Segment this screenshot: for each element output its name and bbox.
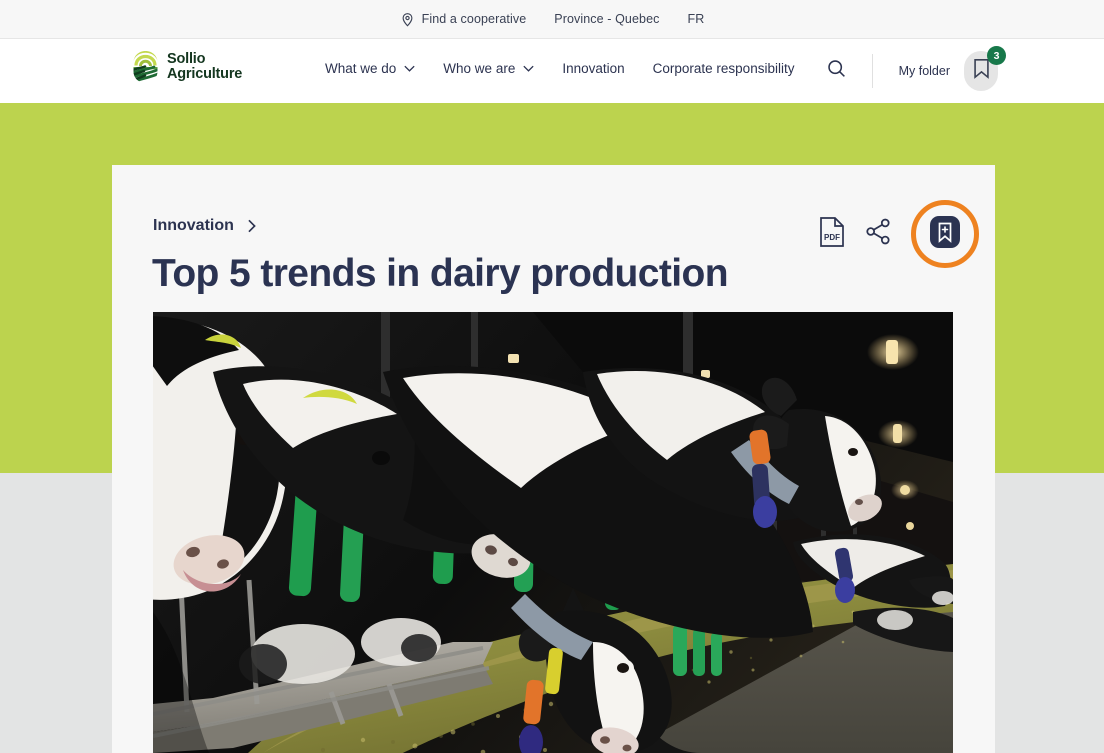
article-card: Innovation Top 5 trends in dairy product… [112,165,995,753]
nav-item-what-we-do[interactable]: What we do [325,61,415,76]
nav-label: Who we are [443,61,516,76]
nav-item-innovation[interactable]: Innovation [562,61,624,76]
nav-item-corporate-responsibility[interactable]: Corporate responsibility [653,61,795,76]
bookmark-icon [973,58,990,84]
location-pin-icon [400,12,415,27]
share-icon [865,218,892,250]
download-pdf-button[interactable]: PDF [809,211,855,257]
nav-label: What we do [325,61,397,76]
page-title: Top 5 trends in dairy production [152,252,729,295]
pdf-file-icon: PDF [819,216,845,252]
header-actions: My folder 3 [826,39,1104,103]
search-button[interactable] [826,60,848,82]
find-a-cooperative-label: Find a cooperative [421,12,527,26]
svg-text:PDF: PDF [824,233,840,242]
chevron-down-icon [523,65,534,72]
nav-item-who-we-are[interactable]: Who we are [443,61,534,76]
chevron-down-icon [404,65,415,72]
header-divider [871,54,873,88]
language-label: FR [687,12,705,26]
utility-bar: Find a cooperative Province - Quebec FR [0,0,1104,39]
chevron-right-icon [247,219,257,233]
breadcrumb[interactable]: Innovation [153,217,257,235]
article-action-bar: PDF [809,200,979,268]
search-icon [826,58,847,84]
sollio-logo-link[interactable]: Sollio Agriculture [132,50,242,84]
nav-label: Innovation [562,61,625,76]
logo-line-1: Sollio [167,50,206,67]
province-selector[interactable]: Province - Quebec [554,12,659,26]
logo-wordmark: Sollio Agriculture [167,50,243,82]
province-label: Province - Quebec [554,12,660,26]
language-switch-fr[interactable]: FR [688,12,705,26]
folder-count-badge: 3 [987,46,1006,65]
logo-line-2: Agriculture [167,66,243,82]
nav-label: Corporate responsibility [652,61,795,76]
sollio-field-logo-icon [132,50,159,84]
my-folder-button[interactable]: 3 [964,46,1006,91]
page-root: Find a cooperative Province - Quebec FR [0,0,1104,753]
breadcrumb-label: Innovation [153,217,234,234]
hero-image [153,312,953,753]
focus-ring [911,200,979,268]
share-button[interactable] [855,211,901,257]
find-a-cooperative-link[interactable]: Find a cooperative [400,12,527,27]
my-folder-label[interactable]: My folder [899,64,950,78]
save-to-folder-button[interactable] [911,200,979,268]
main-navigation: What we do Who we are Innovation Corpora… [325,61,794,76]
